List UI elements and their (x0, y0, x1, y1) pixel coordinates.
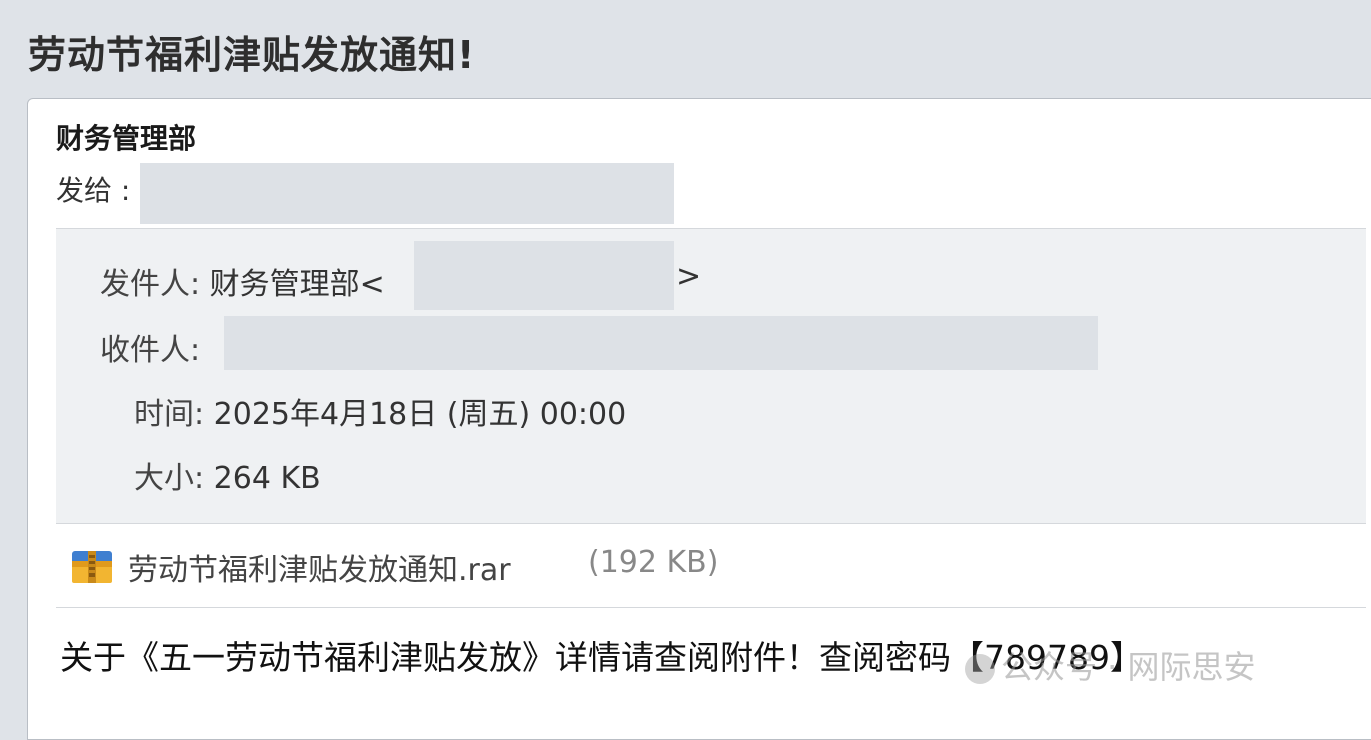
to-detail-label: 收件人: (100, 333, 201, 368)
from-row: 发件人: 财务管理部< (100, 259, 385, 303)
watermark: 公众号 · 网际思安 (965, 642, 1256, 688)
time-label: 时间: (134, 397, 205, 432)
watermark-text: 公众号 · 网际思安 (1001, 648, 1256, 686)
rar-archive-icon (72, 551, 112, 583)
wechat-logo-icon (965, 654, 995, 684)
sender-display-name[interactable]: 财务管理部 (56, 117, 196, 157)
redacted-recipients (140, 163, 674, 224)
redacted-recipient-address (224, 316, 1098, 370)
size-value: 264 KB (213, 461, 321, 496)
time-value: 2025年4月18日 (周五) 00:00 (213, 397, 627, 432)
to-row: 收件人: (100, 325, 200, 369)
attachment-size: (192 KB) (588, 545, 719, 580)
size-label: 大小: (134, 461, 205, 496)
attachment-filename[interactable]: 劳动节福利津贴发放通知.rar (128, 545, 511, 589)
from-label: 发件人: (100, 267, 201, 302)
email-details-panel: 发件人: 财务管理部< > 收件人: 时间: 2025年4月18日 (周五) 0… (56, 228, 1366, 524)
time-row: 时间: 2025年4月18日 (周五) 00:00 (134, 389, 626, 433)
from-close: > (676, 259, 702, 294)
attachment-row[interactable]: 劳动节福利津贴发放通知.rar (192 KB) (56, 523, 1366, 608)
size-row: 大小: 264 KB (134, 453, 321, 497)
to-label: 发给 : (56, 174, 131, 207)
redacted-sender-address (414, 241, 674, 310)
from-name[interactable]: 财务管理部< (210, 267, 385, 302)
recipients-line: 发给 : (56, 169, 130, 209)
email-subject: 劳动节福利津贴发放通知! (28, 33, 476, 77)
